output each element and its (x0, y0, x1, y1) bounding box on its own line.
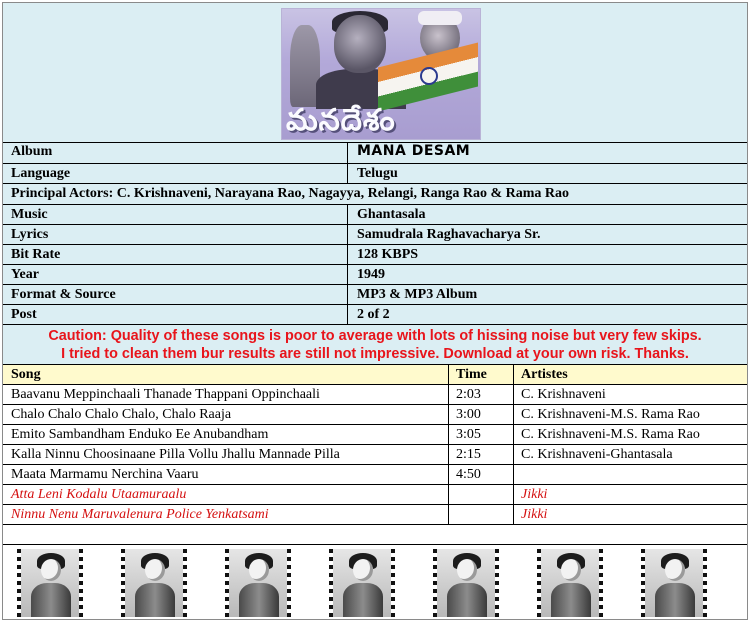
caution-notice: Caution: Quality of these songs is poor … (3, 325, 747, 365)
film-still-image (641, 549, 707, 617)
caution-line-1: Caution: Quality of these songs is poor … (48, 328, 702, 344)
language-label: Language (3, 164, 348, 183)
song-title[interactable]: Kalla Ninnu Choosinaane Pilla Vollu Jhal… (3, 445, 449, 464)
song-row[interactable]: Emito Sambandham Enduko Ee Anubandham 3:… (3, 425, 747, 445)
song-column-header: Song (3, 365, 449, 384)
song-title[interactable]: Emito Sambandham Enduko Ee Anubandham (3, 425, 449, 444)
song-row[interactable]: Chalo Chalo Chalo Chalo, Chalo Raaja 3:0… (3, 405, 747, 425)
time-column-header: Time (449, 365, 514, 384)
poster-figure-center (334, 15, 386, 73)
song-time: 4:50 (449, 465, 514, 484)
format-value: MP3 & MP3 Album (357, 287, 478, 302)
lyrics-label: Lyrics (3, 225, 348, 244)
song-row[interactable]: Kalla Ninnu Choosinaane Pilla Vollu Jhal… (3, 445, 747, 465)
film-still-image (121, 549, 187, 617)
song-time: 3:00 (449, 405, 514, 424)
post-label: Post (3, 305, 348, 324)
bitrate-value: 128 KBPS (357, 247, 419, 262)
song-row-missing: Ninnu Nenu Maruvalenura Police Yenkatsam… (3, 505, 747, 525)
song-title[interactable]: Baavanu Meppinchaali Thanade Thappani Op… (3, 385, 449, 404)
song-artistes: Jikki (521, 487, 548, 502)
year-value: 1949 (357, 267, 385, 282)
format-label: Format & Source (3, 285, 348, 304)
format-row: Format & Source MP3 & MP3 Album (3, 285, 747, 305)
lyrics-row: Lyrics Samudrala Raghavacharya Sr. (3, 225, 747, 245)
film-still-image (433, 549, 499, 617)
song-row-missing: Atta Leni Kodalu Utaamuraalu Jikki (3, 485, 747, 505)
post-value: 2 of 2 (357, 307, 390, 322)
song-title[interactable]: Chalo Chalo Chalo Chalo, Chalo Raaja (3, 405, 449, 424)
song-artistes: Jikki (521, 507, 548, 522)
song-artistes: C. Krishnaveni (521, 387, 606, 402)
caution-line-2: I tried to clean them bur results are st… (61, 346, 689, 362)
song-time: 2:15 (449, 445, 514, 464)
album-label: Album (3, 142, 348, 163)
song-title[interactable]: Maata Marmamu Nerchina Vaaru (3, 465, 449, 484)
song-row[interactable]: Maata Marmamu Nerchina Vaaru 4:50 (3, 465, 747, 485)
album-value: MANA DESAM (357, 143, 471, 159)
lyrics-value: Samudrala Raghavacharya Sr. (357, 227, 541, 242)
post-row: Post 2 of 2 (3, 305, 747, 325)
actors-row: Principal Actors: C. Krishnaveni, Naraya… (3, 184, 747, 205)
music-row: Music Ghantasala (3, 205, 747, 225)
music-label: Music (3, 205, 348, 224)
song-time (449, 485, 514, 504)
bitrate-label: Bit Rate (3, 245, 348, 264)
artistes-column-header: Artistes (521, 367, 568, 382)
film-still-image (225, 549, 291, 617)
song-time: 3:05 (449, 425, 514, 444)
song-title: Ninnu Nenu Maruvalenura Police Yenkatsam… (3, 505, 449, 524)
film-stills-strip (3, 545, 747, 619)
song-artistes: C. Krishnaveni-M.S. Rama Rao (521, 427, 700, 442)
song-time: 2:03 (449, 385, 514, 404)
film-still-image (329, 549, 395, 617)
year-label: Year (3, 265, 348, 284)
songs-header-row: Song Time Artistes (3, 365, 747, 385)
poster-cell: మనదేశం (3, 3, 747, 143)
album-row: Album MANA DESAM (3, 142, 747, 164)
song-title: Atta Leni Kodalu Utaamuraalu (3, 485, 449, 504)
principal-actors: Principal Actors: C. Krishnaveni, Naraya… (11, 186, 570, 201)
spacer-row (3, 525, 747, 545)
film-still-image (537, 549, 603, 617)
year-row: Year 1949 (3, 265, 747, 285)
movie-poster-image: మనదేశం (281, 8, 481, 140)
language-value: Telugu (357, 166, 398, 181)
poster-logo-text: మనదేశం (286, 103, 396, 138)
bitrate-row: Bit Rate 128 KBPS (3, 245, 747, 265)
song-artistes: C. Krishnaveni-Ghantasala (521, 447, 673, 462)
song-artistes: C. Krishnaveni-M.S. Rama Rao (521, 407, 700, 422)
songs-table: Song Time Artistes Baavanu Meppinchaali … (3, 365, 747, 525)
film-still-image (17, 549, 83, 617)
song-artistes (514, 465, 747, 484)
music-value: Ghantasala (357, 207, 426, 222)
language-row: Language Telugu (3, 164, 747, 184)
album-info-table: మనదేశం Album MANA DESAM Language Telugu … (2, 2, 748, 620)
song-time (449, 505, 514, 524)
song-row[interactable]: Baavanu Meppinchaali Thanade Thappani Op… (3, 385, 747, 405)
